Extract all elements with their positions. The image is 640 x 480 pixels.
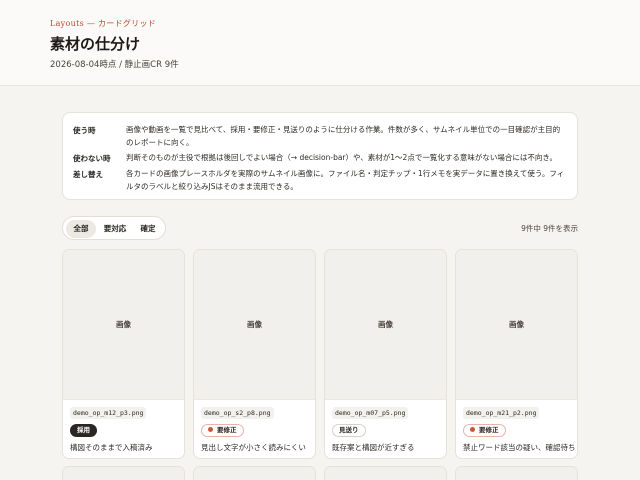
card-note: 禁止ワード該当の疑い、確認待ち	[463, 443, 576, 452]
image-placeholder: 画像	[63, 250, 184, 400]
image-placeholder: 画像	[456, 250, 577, 400]
status-dot-icon	[470, 427, 475, 432]
card-note: 既存案と構図が近すぎる	[332, 443, 415, 452]
card-note: 構図そのままで入稿済み	[70, 443, 153, 452]
filter-confirmed[interactable]: 確定	[134, 220, 162, 238]
status-badge: 要修正	[201, 424, 244, 437]
asset-card[interactable]: 画像 demo_op_m21_p2.png 要修正 禁止ワード該当の疑い、確認待…	[455, 249, 578, 459]
breadcrumb: Layouts — カードグリッド	[50, 19, 157, 28]
file-name: demo_op_m12_p3.png	[70, 407, 147, 419]
info-key: 使わない時	[73, 154, 111, 163]
image-placeholder: 画像	[194, 250, 315, 400]
image-placeholder	[194, 467, 315, 480]
info-key: 差し替え	[73, 170, 103, 179]
file-name: demo_op_m21_p2.png	[463, 407, 540, 419]
status-badge: 要修正	[463, 424, 506, 437]
asset-card[interactable]: 画像 demo_op_m12_p3.png 採用 構図そのままで入稿済み	[62, 249, 185, 459]
filter-all[interactable]: 全部	[66, 220, 96, 238]
info-value: 画像や動画を一覧で見比べて、採用・要修正・見送りのように仕分ける作業。件数が多く…	[126, 125, 561, 147]
file-name: demo_op_s2_p8.png	[201, 407, 274, 419]
usage-info-panel: 使う時 画像や動画を一覧で見比べて、採用・要修正・見送りのように仕分ける作業。件…	[62, 112, 578, 200]
image-placeholder: 画像	[325, 250, 446, 400]
page-header: Layouts — カードグリッド 素材の仕分け 2026-08-04時点 / …	[0, 0, 640, 86]
card-note: 見出し文字が小さく読みにくい	[201, 443, 306, 452]
image-placeholder	[325, 467, 446, 480]
asset-card-partial[interactable]	[324, 466, 447, 480]
filter-segmented-control: 全部 要対応 確定	[62, 216, 166, 240]
file-name: demo_op_m07_p5.png	[332, 407, 409, 419]
result-count: 9件中 9件を表示	[521, 224, 578, 233]
asset-card[interactable]: 画像 demo_op_s2_p8.png 要修正 見出し文字が小さく読みにくい	[193, 249, 316, 459]
info-value: 各カードの画像プレースホルダを実際のサムネイル画像に。ファイル名・判定チップ・1…	[126, 169, 565, 191]
page-title: 素材の仕分け	[50, 35, 141, 53]
status-badge: 採用	[70, 424, 97, 437]
image-placeholder	[63, 467, 184, 480]
page-meta: 2026-08-04時点 / 静止画CR 9件	[50, 60, 179, 70]
image-placeholder	[456, 467, 577, 480]
filter-needs-action[interactable]: 要対応	[98, 220, 132, 238]
asset-card-partial[interactable]	[455, 466, 578, 480]
asset-card-partial[interactable]	[62, 466, 185, 480]
info-value: 判断そのものが主役で根拠は後回しでよい場合（→ decision-bar）や、素…	[126, 153, 557, 162]
status-dot-icon	[208, 427, 213, 432]
info-key: 使う時	[73, 126, 96, 135]
status-badge: 見送り	[332, 424, 366, 437]
asset-card-partial[interactable]	[193, 466, 316, 480]
asset-card[interactable]: 画像 demo_op_m07_p5.png 見送り 既存案と構図が近すぎる	[324, 249, 447, 459]
